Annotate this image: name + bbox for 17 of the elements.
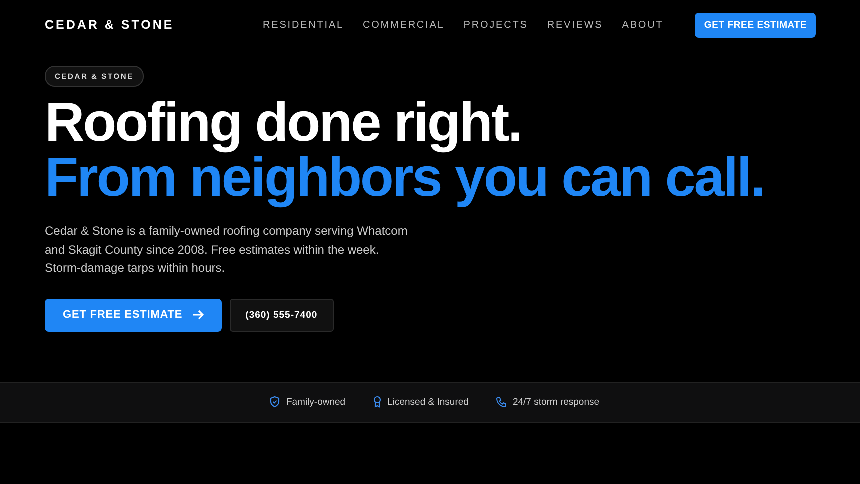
nav-link[interactable]: ABOUT bbox=[622, 20, 664, 30]
estimate-button[interactable]: GET FREE ESTIMATE bbox=[695, 12, 816, 38]
brand-logo[interactable]: CEDAR & STONE bbox=[45, 18, 263, 32]
trust-label: Licensed & Insured bbox=[388, 396, 469, 408]
nav-link[interactable]: RESIDENTIAL bbox=[263, 20, 344, 30]
nav-link[interactable]: REVIEWS bbox=[547, 20, 604, 30]
phone-icon bbox=[496, 396, 507, 408]
arrow-icon bbox=[192, 309, 204, 321]
intro-paragraph: Cedar & Stone is a family-owned roofing company serving Whatcom and Skagit County since 2008. Free estimates within the week. Storm-damage tarps within hours. bbox=[45, 223, 409, 277]
phone-button[interactable]: (360) 555-7400 bbox=[230, 298, 334, 332]
estimate-button[interactable]: GET FREE ESTIMATE bbox=[45, 298, 222, 332]
shield-icon bbox=[270, 396, 280, 408]
nav-link[interactable]: COMMERCIAL bbox=[362, 20, 445, 30]
trust-label: 24/7 storm response bbox=[512, 396, 600, 408]
trust-label: Family-owned bbox=[286, 396, 346, 408]
award-icon bbox=[372, 396, 382, 408]
nav-link[interactable]: PROJECTS bbox=[464, 20, 528, 30]
